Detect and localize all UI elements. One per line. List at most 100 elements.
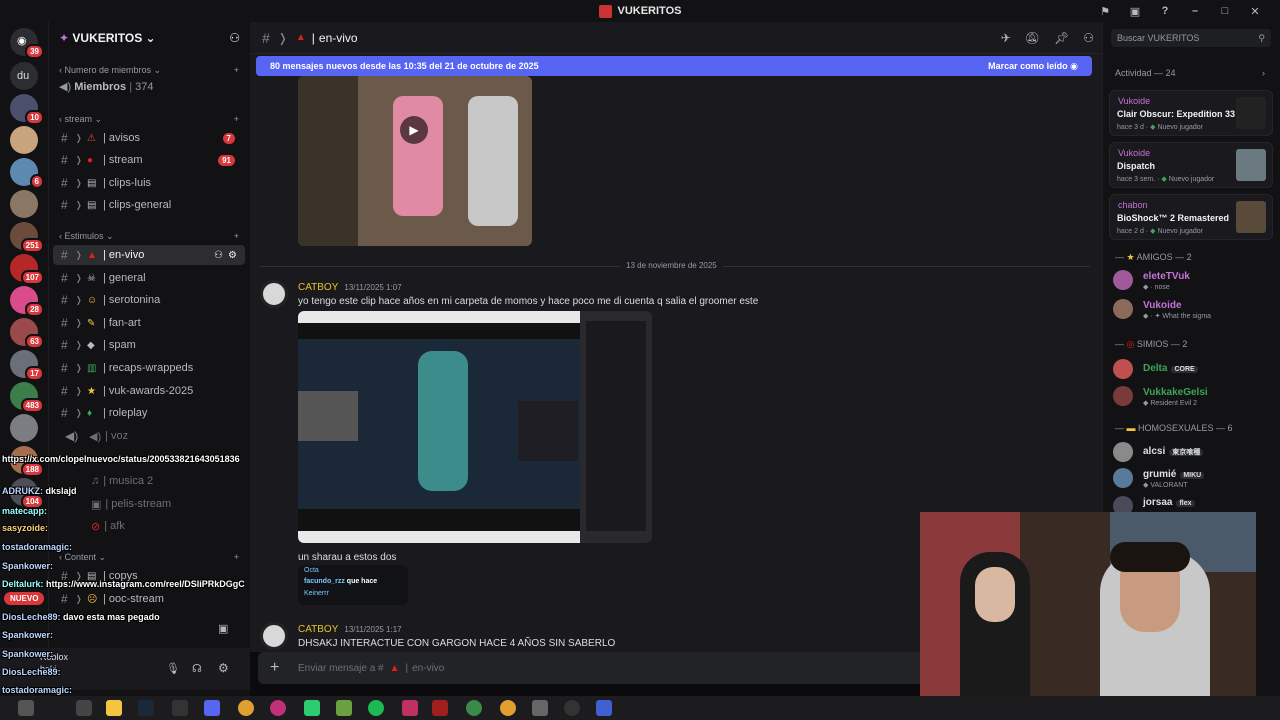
server-icon[interactable]: 63 xyxy=(10,318,44,349)
notifications-muted-icon[interactable]: 🔕︎ xyxy=(1025,31,1040,45)
category-members[interactable]: ‹ Numero de miembros ⌄ + xyxy=(59,65,239,76)
channel-roleplay[interactable]: # ❭ ♦ | roleplay xyxy=(53,403,245,423)
member-item[interactable]: Vukoide ◆ · ✦ What the sigma xyxy=(1113,299,1273,321)
channel-en-vivo[interactable]: # ❭ ▲ | en-vivo ⚙ ⚇ xyxy=(53,245,245,265)
help-icon[interactable]: ? xyxy=(1150,5,1180,17)
channel-clips-luis[interactable]: # ❭ ▤ | clips-luis xyxy=(53,173,245,193)
settings-icon[interactable] xyxy=(532,700,548,716)
message-author[interactable]: CATBOY 13/11/2025 1:17 xyxy=(298,624,402,635)
mark-read-button[interactable]: Marcar como leído xyxy=(988,61,1068,71)
server-icon[interactable]: 251 xyxy=(10,222,44,253)
taskbar-app-icon[interactable] xyxy=(466,700,482,716)
steam-icon[interactable] xyxy=(138,700,154,716)
taskbar-app-icon[interactable] xyxy=(432,700,448,716)
screen-icon[interactable]: ▣ xyxy=(1120,5,1150,18)
taskbar-app-icon[interactable] xyxy=(270,700,286,716)
channel-copys[interactable]: # ❭ ▤ | copys xyxy=(53,566,245,586)
server-icon[interactable] xyxy=(10,414,38,442)
server-icon[interactable]: du xyxy=(10,62,38,90)
server-icon[interactable]: 28 xyxy=(10,286,44,317)
home-button[interactable]: ◉ 39 xyxy=(10,28,44,59)
category-estimulos[interactable]: ‹ Estimulos ⌄ + xyxy=(59,231,239,242)
server-icon[interactable]: 10 xyxy=(10,94,44,125)
channel-general[interactable]: # ❭ ☠ | general xyxy=(53,268,245,288)
server-icon[interactable] xyxy=(10,126,38,154)
server-icon[interactable] xyxy=(10,190,38,218)
members-count-channel[interactable]: ◀) Miembros | 374 xyxy=(59,80,154,93)
new-badge[interactable]: NUEVO xyxy=(4,592,45,605)
server-icon[interactable]: 483 xyxy=(10,382,44,413)
voice-channel-pelis-stream[interactable]: ▣ | pelis-stream xyxy=(53,494,245,514)
server-icon[interactable]: 6 xyxy=(10,158,44,189)
invite-icon[interactable]: ⚇ xyxy=(214,250,223,261)
media-player-icon[interactable] xyxy=(564,700,580,716)
member-item[interactable]: alcsi 東京喰種 xyxy=(1113,442,1273,464)
channel-ooc-stream[interactable]: # ❭ ☹ | ooc-stream xyxy=(53,589,245,609)
channel-serotonina[interactable]: # ❭ ☺ | serotonina xyxy=(53,290,245,310)
inbox-icon[interactable]: ⚑ xyxy=(1090,5,1120,18)
screen-share-icon[interactable]: ▣ xyxy=(218,622,228,635)
taskbar-app-icon[interactable] xyxy=(596,700,612,716)
taskbar-app-icon[interactable] xyxy=(402,700,418,716)
member-item[interactable]: grumié MIKU ◆ VALORANT xyxy=(1113,468,1273,490)
avatar[interactable] xyxy=(260,280,288,308)
voice-channel-musica-2[interactable]: ♫ | musica 2 xyxy=(53,471,245,491)
channel-fan-art[interactable]: # ❭ ✎ | fan-art xyxy=(53,313,245,333)
channel-spam[interactable]: # ❭ ◆ | spam xyxy=(53,335,245,355)
activity-card[interactable]: Vukoide Dispatch hace 3 sem. · ◆ Nuevo j… xyxy=(1109,142,1273,188)
member-item[interactable]: eleteTVuk ◆ · nose xyxy=(1113,270,1273,292)
headphones-icon[interactable]: ☊ xyxy=(192,662,202,675)
invite-people-icon[interactable]: ⚇ xyxy=(229,31,240,45)
add-channel-icon[interactable]: + xyxy=(234,114,239,125)
voice-channel-afk[interactable]: ⊘ | afk xyxy=(53,516,245,536)
video-attachment[interactable]: ▶ xyxy=(298,76,532,246)
play-icon[interactable]: ▶ xyxy=(400,116,428,144)
image-attachment[interactable] xyxy=(298,311,652,543)
folder-icon[interactable] xyxy=(106,700,122,716)
avatar[interactable] xyxy=(260,622,288,650)
activity-header[interactable]: Actividad — 24 › xyxy=(1115,68,1265,78)
channel-recaps-wrappeds[interactable]: # ❭ ▥ | recaps-wrappeds xyxy=(53,358,245,378)
add-attachment-icon[interactable]: + xyxy=(270,659,279,677)
taskbar-app-icon[interactable] xyxy=(18,700,34,716)
channel-avisos[interactable]: # ❭ ⚠ | avisos 7 xyxy=(53,128,245,148)
obs-icon[interactable] xyxy=(172,700,188,716)
category-content[interactable]: ‹ Content ⌄ + xyxy=(59,552,239,563)
server-icon[interactable]: 104 xyxy=(10,478,44,509)
server-icon[interactable]: 17 xyxy=(10,350,44,381)
settings-gear-icon[interactable]: ⚙ xyxy=(228,250,237,261)
server-icon[interactable]: 107 xyxy=(10,254,44,285)
channel-clips-general[interactable]: # ❭ ▤ | clips-general xyxy=(53,195,245,215)
channel-stream[interactable]: # ❭ ● | stream 91 xyxy=(53,150,245,170)
activity-card[interactable]: Vukoide Clair Obscur: Expedition 33 hace… xyxy=(1109,90,1273,136)
microphone-icon[interactable]: 🎙︎ xyxy=(166,662,180,675)
member-item[interactable]: VukkakeGelsi ◆ Resident Evil 2 xyxy=(1113,386,1273,408)
add-channel-icon[interactable]: + xyxy=(234,231,239,242)
minecraft-icon[interactable] xyxy=(336,700,352,716)
category-stream[interactable]: ‹ stream ⌄ + xyxy=(59,114,239,125)
embedded-chat-image[interactable]: Octa facundo_rzz que hace Keinerrr xyxy=(298,565,408,605)
server-icon[interactable]: 188 xyxy=(10,446,44,477)
close-button[interactable]: ✕ xyxy=(1240,5,1270,18)
voice-channel-voz[interactable]: ◀) ◀) | voz xyxy=(53,426,245,446)
taskbar-app-icon[interactable] xyxy=(76,700,92,716)
discord-icon[interactable] xyxy=(204,700,220,716)
add-channel-icon[interactable]: + xyxy=(234,65,239,76)
server-header[interactable]: ✦ VUKERITOS ⌄ ⚇ xyxy=(49,22,250,54)
new-messages-banner[interactable]: 80 mensajes nuevos desde las 10:35 del 2… xyxy=(256,56,1092,76)
add-channel-icon[interactable]: + xyxy=(234,552,239,563)
member-list-icon[interactable]: ⚇ xyxy=(1083,31,1094,45)
chrome-icon[interactable] xyxy=(238,700,254,716)
taskbar-app-icon[interactable] xyxy=(304,700,320,716)
threads-icon[interactable]: ✈ xyxy=(1001,31,1011,45)
spotify-icon[interactable] xyxy=(368,700,384,716)
member-item[interactable]: Delta CORE xyxy=(1113,359,1273,381)
message-author[interactable]: CATBOY 13/11/2025 1:07 xyxy=(298,282,402,293)
search-input[interactable]: Buscar VUKERITOS ⚲ xyxy=(1111,29,1271,47)
channel-vuk-awards-2025[interactable]: # ❭ ★ | vuk-awards-2025 xyxy=(53,381,245,401)
activity-card[interactable]: chabon BioShock™ 2 Remastered hace 2 d ·… xyxy=(1109,194,1273,240)
minimize-button[interactable]: – xyxy=(1180,5,1210,17)
chrome-icon[interactable] xyxy=(500,700,516,716)
pin-icon[interactable]: 📌︎ xyxy=(1054,31,1069,45)
maximize-button[interactable]: □ xyxy=(1210,5,1240,17)
